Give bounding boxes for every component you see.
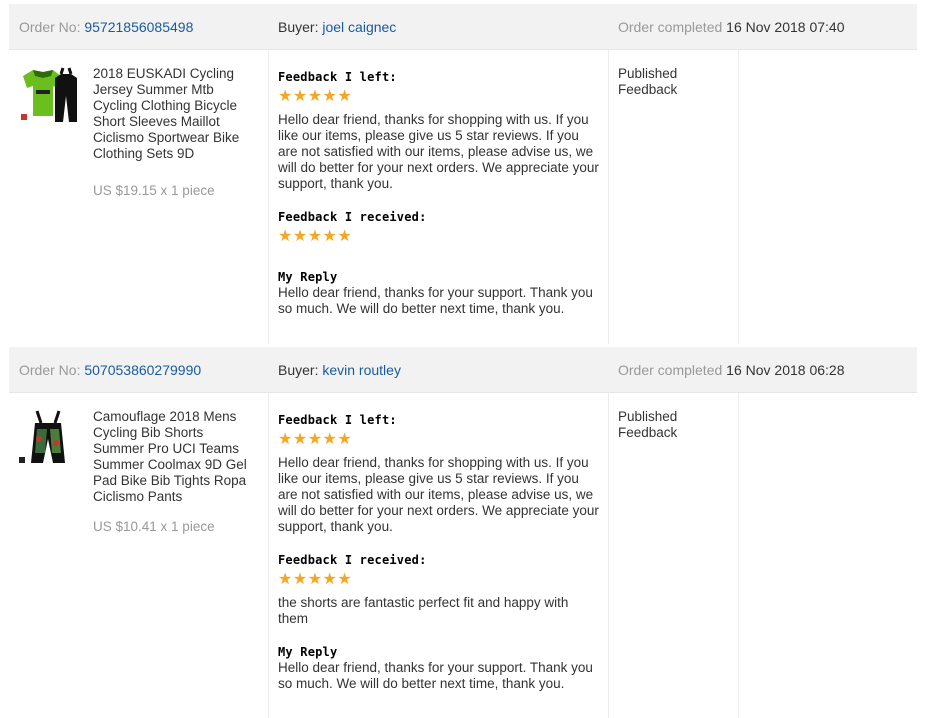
order-completed-date: 16 Nov 2018 06:28 <box>726 362 845 378</box>
product-column: 2018 EUSKADI Cycling Jersey Summer Mtb C… <box>9 50 269 344</box>
product-name[interactable]: Camouflage 2018 Mens Cycling Bib Shorts … <box>93 409 258 505</box>
feedback-status: Published Feedback <box>618 409 678 440</box>
order-card: Order No: 95721856085498 Buyer: joel cai… <box>9 4 917 344</box>
order-number-link[interactable]: 95721856085498 <box>84 19 193 35</box>
order-number-row: Order No: 95721856085498 <box>19 4 193 50</box>
my-reply-heading: My Reply <box>278 645 338 659</box>
order-header: Order No: 507053860279990 Buyer: kevin r… <box>9 347 917 393</box>
buyer-row: Buyer: joel caignec <box>278 4 396 50</box>
buyer-name-link[interactable]: kevin routley <box>322 362 401 378</box>
order-completed-label: Order completed <box>618 19 723 35</box>
product-column: Camouflage 2018 Mens Cycling Bib Shorts … <box>9 393 269 718</box>
feedback-received-text: the shorts are fantastic perfect fit and… <box>278 595 569 626</box>
feedback-left-section: Feedback I left: ★★★★★ Hello dear friend… <box>278 70 600 192</box>
feedback-left-stars: ★★★★★ <box>278 431 353 448</box>
feedback-received-stars: ★★★★★ <box>278 571 353 588</box>
my-reply-section: My Reply Hello dear friend, thanks for y… <box>278 270 600 317</box>
product-thumbnail[interactable] <box>19 66 81 124</box>
feedback-left-text: Hello dear friend, thanks for shopping w… <box>278 112 599 191</box>
my-reply-section: My Reply Hello dear friend, thanks for y… <box>278 645 600 692</box>
order-header: Order No: 95721856085498 Buyer: joel cai… <box>9 4 917 50</box>
my-reply-heading: My Reply <box>278 270 338 284</box>
buyer-label: Buyer: <box>278 362 319 378</box>
feedback-column: Feedback I left: ★★★★★ Hello dear friend… <box>269 393 609 718</box>
my-reply-text: Hello dear friend, thanks for your suppo… <box>278 660 593 691</box>
feedback-received-heading: Feedback I received: <box>278 553 427 567</box>
status-column: Published Feedback <box>609 50 739 344</box>
order-number-link[interactable]: 507053860279990 <box>84 362 201 378</box>
order-no-label: Order No: <box>19 362 81 378</box>
buyer-name-link[interactable]: joel caignec <box>322 19 396 35</box>
buyer-row: Buyer: kevin routley <box>278 347 401 393</box>
feedback-received-section: Feedback I received: ★★★★★ the shorts ar… <box>278 553 600 627</box>
order-body: 2018 EUSKADI Cycling Jersey Summer Mtb C… <box>9 50 917 344</box>
order-completed-row: Order completed 16 Nov 2018 07:40 <box>618 4 845 50</box>
feedback-left-section: Feedback I left: ★★★★★ Hello dear friend… <box>278 413 600 535</box>
feedback-status: Published Feedback <box>618 66 678 97</box>
order-completed-row: Order completed 16 Nov 2018 06:28 <box>618 347 845 393</box>
status-column: Published Feedback <box>609 393 739 718</box>
order-number-row: Order No: 507053860279990 <box>19 347 201 393</box>
feedback-left-text: Hello dear friend, thanks for shopping w… <box>278 455 599 534</box>
product-price: US $10.41 x 1 piece <box>93 519 215 534</box>
product-thumbnail[interactable] <box>19 409 81 467</box>
order-card: Order No: 507053860279990 Buyer: kevin r… <box>9 347 917 718</box>
my-reply-text: Hello dear friend, thanks for your suppo… <box>278 285 593 316</box>
feedback-received-stars: ★★★★★ <box>278 228 353 245</box>
feedback-left-heading: Feedback I left: <box>278 70 397 84</box>
order-completed-label: Order completed <box>618 362 723 378</box>
feedback-left-heading: Feedback I left: <box>278 413 397 427</box>
order-no-label: Order No: <box>19 19 81 35</box>
feedback-received-heading: Feedback I received: <box>278 210 427 224</box>
feedback-received-section: Feedback I received: ★★★★★ <box>278 210 600 246</box>
order-completed-date: 16 Nov 2018 07:40 <box>726 19 845 35</box>
feedback-left-stars: ★★★★★ <box>278 88 353 105</box>
product-price: US $19.15 x 1 piece <box>93 183 215 198</box>
product-name[interactable]: 2018 EUSKADI Cycling Jersey Summer Mtb C… <box>93 66 258 162</box>
feedback-column: Feedback I left: ★★★★★ Hello dear friend… <box>269 50 609 344</box>
order-body: Camouflage 2018 Mens Cycling Bib Shorts … <box>9 393 917 718</box>
buyer-label: Buyer: <box>278 19 319 35</box>
